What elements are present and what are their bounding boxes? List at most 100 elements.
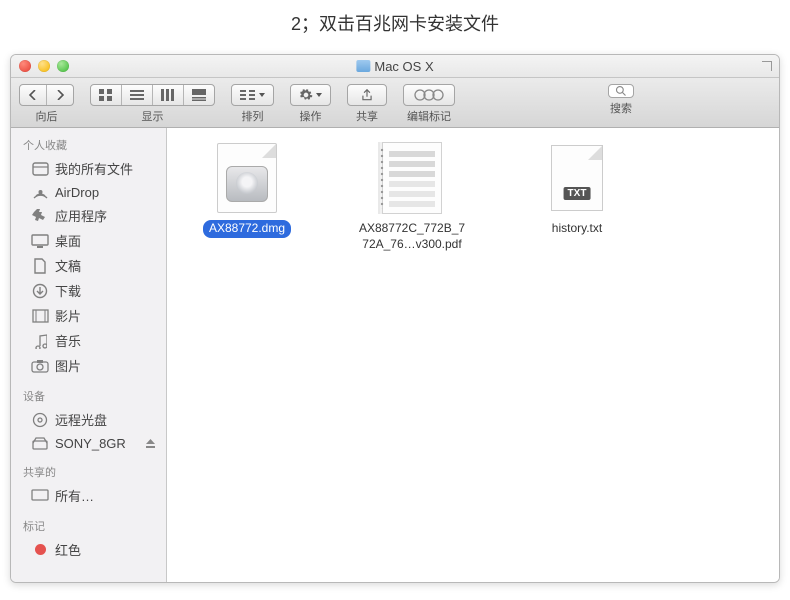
sidebar-item-sony-8gr[interactable]: SONY_8GR xyxy=(11,432,166,454)
sidebar-item-label: AirDrop xyxy=(55,185,99,200)
txt-badge: TXT xyxy=(564,187,591,200)
file-label: AX88772.dmg xyxy=(203,220,291,238)
sidebar-item-label: 红色 xyxy=(55,540,81,559)
sidebar-item-applications[interactable]: 应用程序 xyxy=(11,203,166,228)
eject-icon[interactable] xyxy=(145,438,156,449)
sidebar-item-label: 下载 xyxy=(55,281,81,300)
list-view-button[interactable] xyxy=(122,85,153,105)
downloads-icon xyxy=(31,283,49,299)
file-item[interactable]: TXT history.txt xyxy=(517,142,637,238)
sidebar-header-devices: 设备 xyxy=(11,384,166,407)
icon-view-icon xyxy=(99,89,113,101)
sidebar-item-label: 我的所有文件 xyxy=(55,159,133,178)
minimize-button[interactable] xyxy=(38,60,50,72)
applications-icon xyxy=(31,208,49,224)
close-button[interactable] xyxy=(19,60,31,72)
airdrop-icon xyxy=(31,184,49,200)
chevron-left-icon xyxy=(28,90,38,100)
tags-label: 编辑标记 xyxy=(407,108,451,124)
sidebar-header-tags: 标记 xyxy=(11,514,166,537)
titlebar: Mac OS X xyxy=(11,55,779,78)
file-label: AX88772C_772B_772A_76…v300.pdf xyxy=(352,220,472,253)
sidebar-item-all-shared[interactable]: 所有… xyxy=(11,483,166,508)
nav-label: 向后 xyxy=(36,108,58,124)
sidebar-item-label: 音乐 xyxy=(55,331,81,350)
action-label: 操作 xyxy=(300,108,322,124)
sidebar-item-movies[interactable]: 影片 xyxy=(11,303,166,328)
pdf-icon xyxy=(376,142,448,214)
tag-red-icon xyxy=(31,542,49,558)
sidebar-item-documents[interactable]: 文稿 xyxy=(11,253,166,278)
documents-icon xyxy=(31,258,49,274)
sidebar-item-pictures[interactable]: 图片 xyxy=(11,353,166,378)
all-files-icon xyxy=(31,161,49,177)
search-icon xyxy=(615,85,627,97)
shared-icon xyxy=(31,488,49,504)
chevron-down-icon xyxy=(259,93,265,97)
folder-icon xyxy=(356,60,370,72)
music-icon xyxy=(31,333,49,349)
tags-button[interactable] xyxy=(403,84,455,106)
dmg-icon xyxy=(211,142,283,214)
disc-icon xyxy=(31,412,49,428)
column-view-button[interactable] xyxy=(153,85,184,105)
list-view-icon xyxy=(130,89,144,101)
tags-icon xyxy=(414,89,444,101)
sidebar-item-label: 影片 xyxy=(55,306,81,325)
sidebar-item-all-my-files[interactable]: 我的所有文件 xyxy=(11,156,166,181)
sidebar-item-music[interactable]: 音乐 xyxy=(11,328,166,353)
nav-segment xyxy=(19,84,74,106)
movies-icon xyxy=(31,308,49,324)
traffic-lights xyxy=(19,60,69,72)
back-button[interactable] xyxy=(20,85,47,105)
view-label: 显示 xyxy=(142,108,164,124)
finder-window: Mac OS X 向后 xyxy=(10,54,780,583)
txt-icon: TXT xyxy=(541,142,613,214)
file-item[interactable]: AX88772C_772B_772A_76…v300.pdf xyxy=(352,142,472,253)
share-label: 共享 xyxy=(356,108,378,124)
zoom-button[interactable] xyxy=(57,60,69,72)
view-segment xyxy=(90,84,215,106)
column-view-icon xyxy=(161,89,175,101)
sidebar[interactable]: 个人收藏 我的所有文件 AirDrop 应用程序 桌面 文稿 xyxy=(11,128,167,582)
pictures-icon xyxy=(31,358,49,374)
search-label: 搜索 xyxy=(610,100,632,116)
arrange-label: 排列 xyxy=(242,108,264,124)
chevron-right-icon xyxy=(55,90,65,100)
forward-button[interactable] xyxy=(47,85,73,105)
share-button[interactable] xyxy=(347,84,387,106)
drive-icon xyxy=(31,435,49,451)
sidebar-item-desktop[interactable]: 桌面 xyxy=(11,228,166,253)
share-icon xyxy=(360,88,374,102)
sidebar-item-downloads[interactable]: 下载 xyxy=(11,278,166,303)
file-label: history.txt xyxy=(546,220,608,238)
sidebar-item-label: 所有… xyxy=(55,486,94,505)
fullscreen-icon[interactable] xyxy=(762,61,772,71)
sidebar-item-label: SONY_8GR xyxy=(55,436,126,451)
body: 个人收藏 我的所有文件 AirDrop 应用程序 桌面 文稿 xyxy=(11,128,779,582)
sidebar-header-shared: 共享的 xyxy=(11,460,166,483)
sidebar-item-label: 应用程序 xyxy=(55,206,107,225)
sidebar-item-remote-disc[interactable]: 远程光盘 xyxy=(11,407,166,432)
content-pane[interactable]: AX88772.dmg AX88772C_772B_772A_76…v300.p… xyxy=(167,128,779,582)
sidebar-item-label: 文稿 xyxy=(55,256,81,275)
chevron-down-icon xyxy=(316,93,322,97)
sidebar-item-label: 图片 xyxy=(55,356,81,375)
page-heading: 2；双击百兆网卡安装文件 xyxy=(0,0,790,54)
window-title-text: Mac OS X xyxy=(374,59,433,74)
window-title: Mac OS X xyxy=(356,59,433,74)
arrange-button[interactable] xyxy=(231,84,274,106)
coverflow-view-button[interactable] xyxy=(184,85,214,105)
sidebar-item-label: 远程光盘 xyxy=(55,410,107,429)
arrange-icon xyxy=(240,89,256,101)
icon-view-button[interactable] xyxy=(91,85,122,105)
desktop-icon xyxy=(31,233,49,249)
file-item[interactable]: AX88772.dmg xyxy=(187,142,307,238)
sidebar-item-airdrop[interactable]: AirDrop xyxy=(11,181,166,203)
coverflow-view-icon xyxy=(192,89,206,101)
toolbar: 向后 显示 xyxy=(11,78,779,128)
sidebar-item-tag-red[interactable]: 红色 xyxy=(11,537,166,562)
sidebar-header-favorites: 个人收藏 xyxy=(11,133,166,156)
search-input[interactable] xyxy=(608,84,634,98)
action-button[interactable] xyxy=(290,84,331,106)
